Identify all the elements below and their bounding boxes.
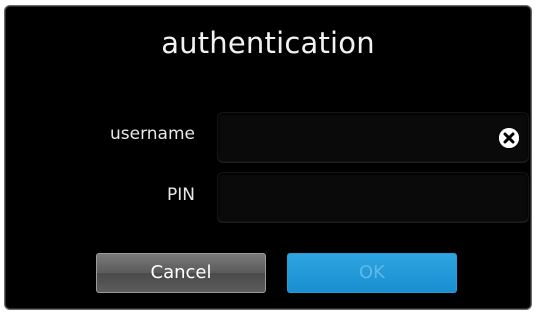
username-input[interactable]: [228, 113, 502, 163]
dialog-title: authentication: [161, 26, 375, 60]
pin-input[interactable]: [228, 173, 502, 223]
pin-field[interactable]: [217, 172, 529, 223]
authentication-dialog: authentication username PIN Cancel OK: [4, 5, 532, 310]
close-circle-icon: [499, 128, 519, 148]
username-label: username: [110, 124, 195, 144]
username-field[interactable]: [217, 112, 529, 163]
ok-button[interactable]: OK: [287, 253, 457, 293]
clear-username-button[interactable]: [499, 128, 519, 148]
pin-label: PIN: [167, 185, 195, 205]
cancel-button[interactable]: Cancel: [96, 253, 266, 293]
